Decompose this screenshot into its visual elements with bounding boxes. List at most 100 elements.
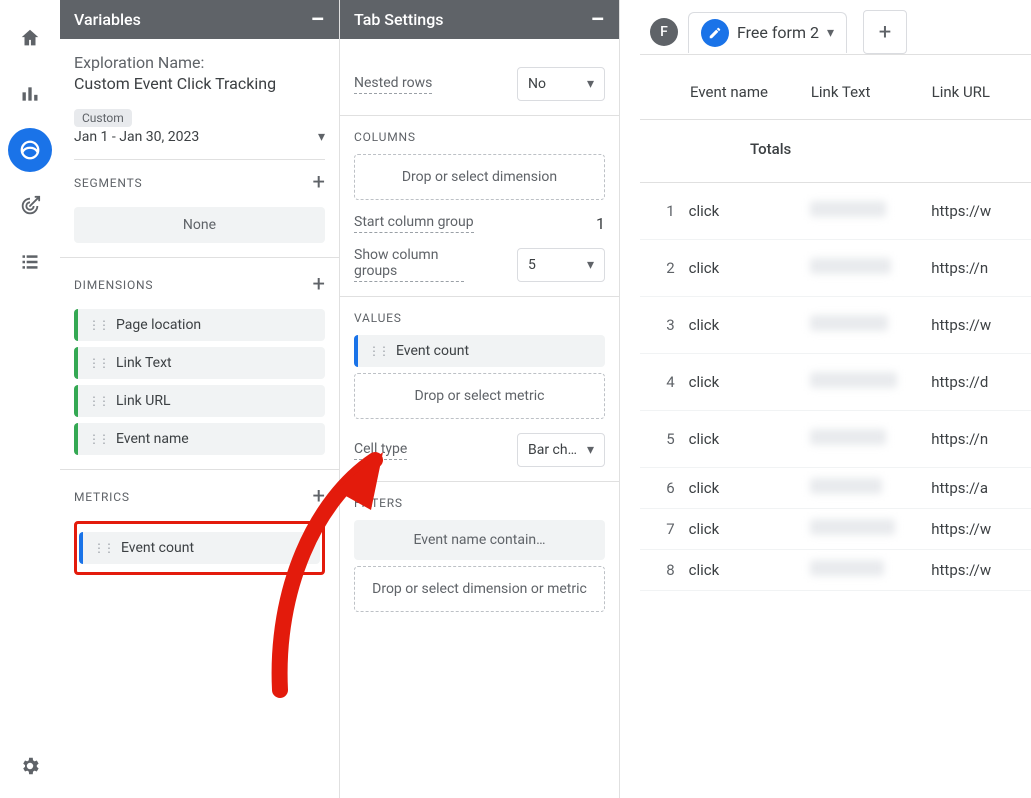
segments-label: SEGMENTS — [74, 176, 142, 190]
cell-event-name: click — [689, 202, 810, 220]
report-table: Event name Link Text Link URL Totals 1cl… — [640, 69, 1031, 591]
cell-link-url: https://w — [931, 202, 1027, 220]
table-row[interactable]: 8clickhttps://w — [640, 550, 1031, 591]
cell-link-text — [810, 258, 931, 278]
col-header-event-name[interactable]: Event name — [690, 83, 811, 101]
explore-icon[interactable] — [8, 128, 52, 172]
chevron-down-icon[interactable]: ▾ — [827, 25, 834, 41]
cell-link-url: https://a — [931, 479, 1027, 497]
values-chip-event-count[interactable]: ⋮⋮ Event count — [354, 335, 605, 367]
cell-event-name: click — [689, 520, 810, 538]
filters-label: FILTERS — [354, 496, 605, 510]
tab-name: Free form 2 — [737, 23, 819, 42]
tab-settings-header: Tab Settings − — [340, 0, 619, 39]
row-number: 6 — [644, 479, 689, 497]
date-preset-badge: Custom — [74, 109, 132, 127]
target-icon[interactable] — [8, 184, 52, 228]
select-value: No — [528, 76, 546, 92]
values-drop-area[interactable]: Drop or select metric — [354, 373, 605, 419]
grip-icon: ⋮⋮ — [368, 344, 388, 358]
dimension-chip-link-url[interactable]: ⋮⋮Link URL — [74, 385, 325, 417]
settings-icon[interactable] — [8, 744, 52, 788]
minimize-icon[interactable]: − — [310, 15, 325, 25]
grip-icon: ⋮⋮ — [93, 541, 113, 555]
metric-chip-event-count[interactable]: ⋮⋮ Event count — [79, 532, 320, 564]
dimension-chip-page-location[interactable]: ⋮⋮ Page location — [74, 309, 325, 341]
dimension-label: Link Text — [116, 355, 172, 371]
table-row[interactable]: 5clickhttps://n — [640, 411, 1031, 468]
date-range-value: Jan 1 - Jan 30, 2023 — [74, 129, 199, 145]
left-nav-rail — [0, 0, 60, 798]
home-icon[interactable] — [8, 16, 52, 60]
cell-type-select[interactable]: Bar ch…▾ — [517, 433, 605, 467]
dimension-label: Page location — [116, 317, 201, 333]
row-number: 8 — [644, 561, 689, 579]
grip-icon: ⋮⋮ — [88, 432, 108, 446]
list-icon[interactable] — [8, 240, 52, 284]
add-segment-button[interactable]: + — [313, 170, 325, 195]
filters-drop-area[interactable]: Drop or select dimension or metric — [354, 566, 605, 612]
add-dimension-button[interactable]: + — [313, 272, 325, 297]
table-row[interactable]: 1click https://w — [640, 183, 1031, 240]
variables-title: Variables — [74, 10, 141, 29]
bar-chart-icon[interactable] — [8, 72, 52, 116]
add-tab-button[interactable]: + — [863, 10, 907, 54]
tabs-bar: F Free form 2 ▾ + — [640, 10, 1031, 55]
variables-panel: Variables − Exploration Name: Custom Eve… — [60, 0, 340, 798]
table-row[interactable]: 6click https://a — [640, 468, 1031, 509]
dimensions-label: DIMENSIONS — [74, 278, 153, 292]
show-col-groups-select[interactable]: 5▾ — [517, 248, 605, 282]
tab-type-badge: F — [650, 18, 678, 46]
grip-icon: ⋮⋮ — [88, 318, 108, 332]
values-label: VALUES — [354, 311, 605, 325]
date-range-picker[interactable]: Jan 1 - Jan 30, 2023 ▾ — [74, 129, 325, 160]
chevron-down-icon: ▾ — [587, 76, 594, 92]
totals-row: Totals — [640, 120, 1031, 183]
nested-rows-label: Nested rows — [354, 75, 432, 94]
cell-link-text — [810, 519, 931, 539]
cell-event-name: click — [689, 259, 810, 277]
columns-drop-area[interactable]: Drop or select dimension — [354, 154, 605, 200]
cell-event-name: click — [689, 373, 810, 391]
values-chip-label: Event count — [396, 343, 469, 359]
report-panel: F Free form 2 ▾ + Event name Link Text L… — [620, 0, 1031, 798]
table-row[interactable]: 7clickhttps://w — [640, 509, 1031, 550]
cell-event-name: click — [689, 479, 810, 497]
grip-icon: ⋮⋮ — [88, 356, 108, 370]
cell-link-text — [810, 372, 931, 392]
minimize-icon[interactable]: − — [590, 15, 605, 25]
exploration-name-label: Exploration Name: — [74, 53, 325, 72]
dimension-chip-link-text[interactable]: ⋮⋮ Link Text — [74, 347, 325, 379]
table-header-row: Event name Link Text Link URL — [640, 69, 1031, 120]
annotation-highlight: ⋮⋮ Event count — [74, 521, 325, 575]
tab-active[interactable]: Free form 2 ▾ — [688, 12, 847, 53]
cell-link-url: https://n — [931, 259, 1027, 277]
row-number: 2 — [644, 259, 689, 277]
exploration-name-value[interactable]: Custom Event Click Tracking — [74, 74, 325, 93]
col-header-link-text[interactable]: Link Text — [811, 83, 932, 101]
table-row[interactable]: 3clickhttps://w — [640, 297, 1031, 354]
row-number: 4 — [644, 373, 689, 391]
chevron-down-icon: ▾ — [318, 129, 325, 145]
grip-icon: ⋮⋮ — [88, 394, 108, 408]
filter-chip[interactable]: Event name contain… — [354, 520, 605, 560]
table-row[interactable]: 2click https://n — [640, 240, 1031, 297]
segments-none[interactable]: None — [74, 207, 325, 243]
col-header-link-url[interactable]: Link URL — [932, 83, 1027, 101]
metrics-label: METRICS — [74, 490, 130, 504]
nested-rows-select[interactable]: No ▾ — [517, 67, 605, 101]
cell-link-text — [810, 478, 931, 498]
cell-type-label: Cell type — [354, 441, 407, 460]
tab-settings-title: Tab Settings — [354, 10, 444, 29]
add-metric-button[interactable]: + — [313, 484, 325, 509]
start-col-group-label: Start column group — [354, 214, 474, 233]
chevron-down-icon: ▾ — [587, 442, 594, 458]
row-number: 1 — [644, 202, 689, 220]
cell-link-text — [810, 201, 931, 221]
dimension-chip-event-name[interactable]: ⋮⋮Event name — [74, 423, 325, 455]
metric-label: Event count — [121, 540, 194, 556]
row-number: 5 — [644, 430, 689, 448]
variables-header: Variables − — [60, 0, 339, 39]
table-row[interactable]: 4clickhttps://d — [640, 354, 1031, 411]
start-col-group-value[interactable]: 1 — [596, 214, 605, 233]
